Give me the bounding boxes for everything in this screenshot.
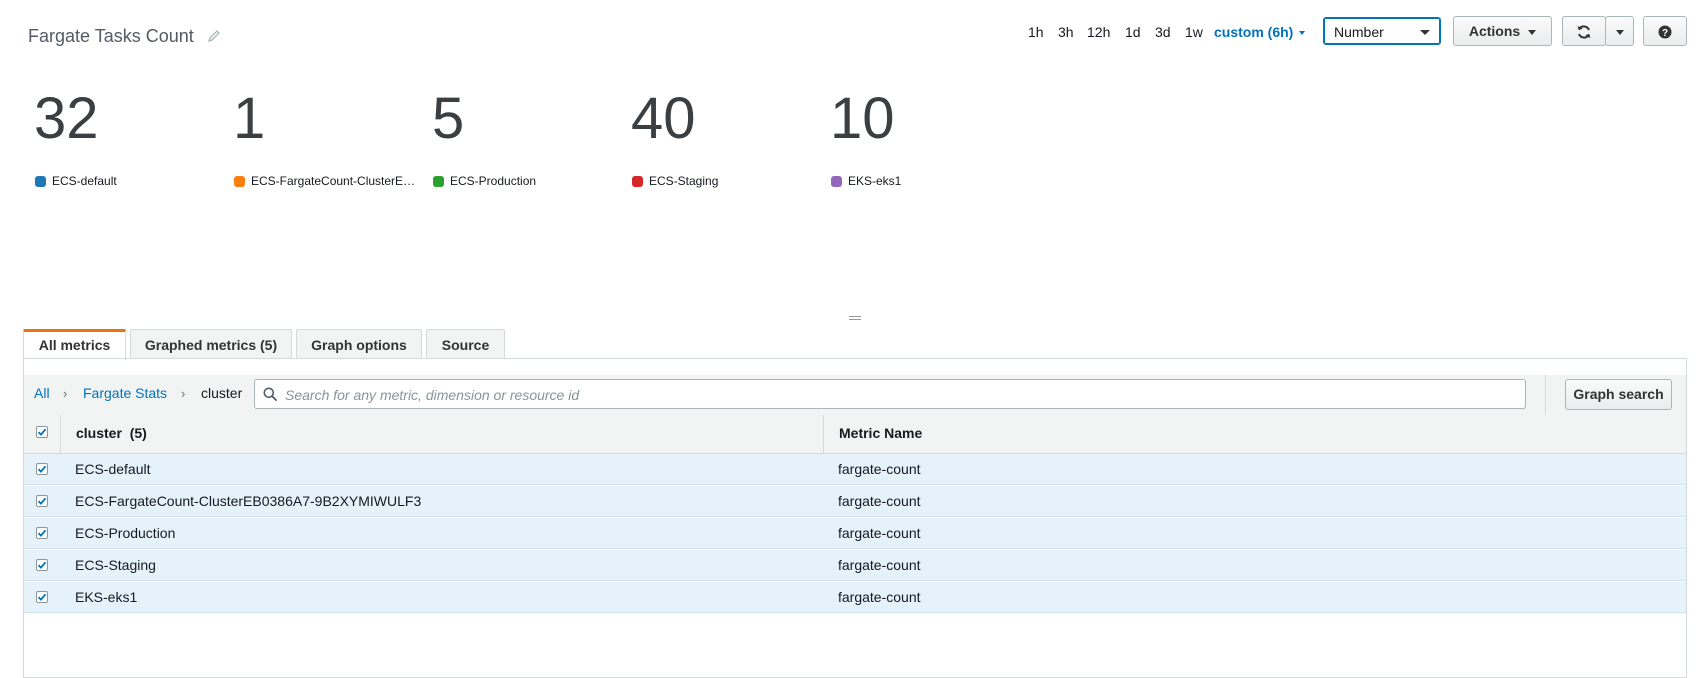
legend-label: ECS-FargateCount-ClusterEB0386A7-9B2XYMI… — [251, 174, 416, 188]
legend-label: ECS-default — [52, 174, 117, 188]
checkmark-icon — [37, 428, 47, 436]
period-custom-label: custom (6h) — [1214, 24, 1294, 40]
actions-label: Actions — [1468, 23, 1521, 39]
help-icon: ? — [1658, 25, 1672, 39]
legend-item: ECS-FargateCount-ClusterEB0386A7-9B2XYMI… — [234, 174, 416, 188]
search-icon — [263, 387, 277, 401]
chevron-right-icon: › — [63, 386, 68, 401]
column-header-count: (5) — [129, 425, 147, 441]
period-custom[interactable]: custom (6h) — [1214, 24, 1306, 40]
help-button[interactable]: ? — [1643, 16, 1687, 46]
checkmark-icon — [37, 561, 47, 569]
refresh-button[interactable] — [1562, 16, 1606, 46]
period-12h[interactable]: 12h — [1087, 24, 1110, 40]
metric-value: 40 — [631, 86, 696, 151]
breadcrumb-current: cluster — [201, 385, 243, 401]
metric-name-cell: fargate-count — [838, 557, 921, 573]
cluster-cell: ECS-default — [75, 461, 151, 477]
metric-name-cell: fargate-count — [838, 525, 921, 541]
metric-search[interactable] — [254, 379, 1526, 410]
cluster-cell: ECS-Production — [75, 525, 176, 541]
period-3d[interactable]: 3d — [1155, 24, 1171, 40]
legend-swatch — [632, 175, 643, 187]
table-row[interactable]: ECS-Production fargate-count — [24, 518, 1686, 549]
table-row[interactable]: ECS-FargateCount-ClusterEB0386A7-9B2XYMI… — [24, 486, 1686, 517]
legend-label: ECS-Production — [450, 174, 537, 188]
period-1w[interactable]: 1w — [1185, 24, 1203, 40]
legend-item: EKS-eks1 — [831, 174, 1011, 188]
svg-text:?: ? — [1662, 28, 1668, 39]
period-1d[interactable]: 1d — [1125, 24, 1141, 40]
tab-all-metrics[interactable]: All metrics — [23, 329, 126, 360]
period-1h[interactable]: 1h — [1028, 24, 1044, 40]
legend-swatch — [831, 175, 842, 187]
row-checkbox[interactable] — [36, 463, 48, 475]
metric-value: 1 — [233, 86, 266, 151]
metric-name-cell: fargate-count — [838, 493, 921, 509]
chevron-down-icon — [1420, 30, 1430, 35]
tab-graphed-metrics[interactable]: Graphed metrics (5) — [130, 329, 292, 359]
metric-value: 5 — [432, 86, 465, 151]
chevron-down-icon — [1615, 29, 1624, 35]
metric-name-cell: fargate-count — [838, 589, 921, 605]
row-checkbox[interactable] — [36, 591, 48, 603]
metric-name-cell: fargate-count — [838, 461, 921, 477]
table-row[interactable]: ECS-Staging fargate-count — [24, 550, 1686, 581]
legend-item: ECS-Production — [433, 174, 613, 188]
column-divider — [60, 415, 61, 453]
row-checkbox[interactable] — [36, 559, 48, 571]
legend-swatch — [35, 175, 46, 187]
checkmark-icon — [37, 593, 47, 601]
chevron-down-icon — [1299, 31, 1306, 36]
cluster-cell: ECS-FargateCount-ClusterEB0386A7-9B2XYMI… — [75, 493, 422, 509]
legend-item: ECS-Staging — [632, 174, 812, 188]
refresh-options-button[interactable] — [1605, 16, 1634, 46]
tab-graph-options[interactable]: Graph options — [296, 329, 422, 359]
search-input[interactable] — [283, 380, 1517, 410]
legend-label: EKS-eks1 — [848, 174, 902, 188]
chevron-right-icon: › — [181, 386, 186, 401]
table-row[interactable]: EKS-eks1 fargate-count — [24, 582, 1686, 613]
metric-value: 32 — [34, 86, 99, 151]
column-header-cluster[interactable]: cluster (5) — [76, 425, 147, 441]
column-divider — [823, 415, 824, 453]
checkmark-icon — [37, 529, 47, 537]
column-header-metric-name[interactable]: Metric Name — [839, 425, 922, 441]
row-checkbox[interactable] — [36, 495, 48, 507]
table-row[interactable]: ECS-default fargate-count — [24, 454, 1686, 485]
graph-search-button[interactable]: Graph search — [1565, 379, 1672, 410]
refresh-icon — [1577, 25, 1591, 39]
metric-value: 10 — [830, 86, 895, 151]
row-checkbox[interactable] — [36, 527, 48, 539]
column-header-cluster-label: cluster — [76, 425, 122, 441]
legend-item: ECS-default — [35, 174, 215, 188]
cluster-cell: ECS-Staging — [75, 557, 156, 573]
breadcrumb-all[interactable]: All — [34, 385, 50, 401]
tab-source[interactable]: Source — [426, 329, 505, 359]
resize-handle[interactable] — [849, 316, 861, 320]
breadcrumb-namespace[interactable]: Fargate Stats — [83, 385, 167, 401]
view-type-select[interactable]: Number — [1323, 17, 1441, 45]
chevron-down-icon — [1528, 29, 1537, 35]
cluster-cell: EKS-eks1 — [75, 589, 138, 605]
legend-swatch — [234, 175, 245, 187]
checkmark-icon — [37, 497, 47, 505]
period-3h[interactable]: 3h — [1058, 24, 1074, 40]
widget-title: Fargate Tasks Count — [28, 26, 194, 46]
checkmark-icon — [37, 465, 47, 473]
view-type-value: Number — [1334, 24, 1384, 40]
legend-swatch — [433, 175, 444, 187]
legend-label: ECS-Staging — [649, 174, 719, 188]
divider — [1545, 375, 1546, 415]
pencil-icon[interactable] — [207, 29, 221, 43]
select-all-checkbox[interactable] — [36, 426, 48, 438]
actions-button[interactable]: Actions — [1453, 16, 1552, 46]
